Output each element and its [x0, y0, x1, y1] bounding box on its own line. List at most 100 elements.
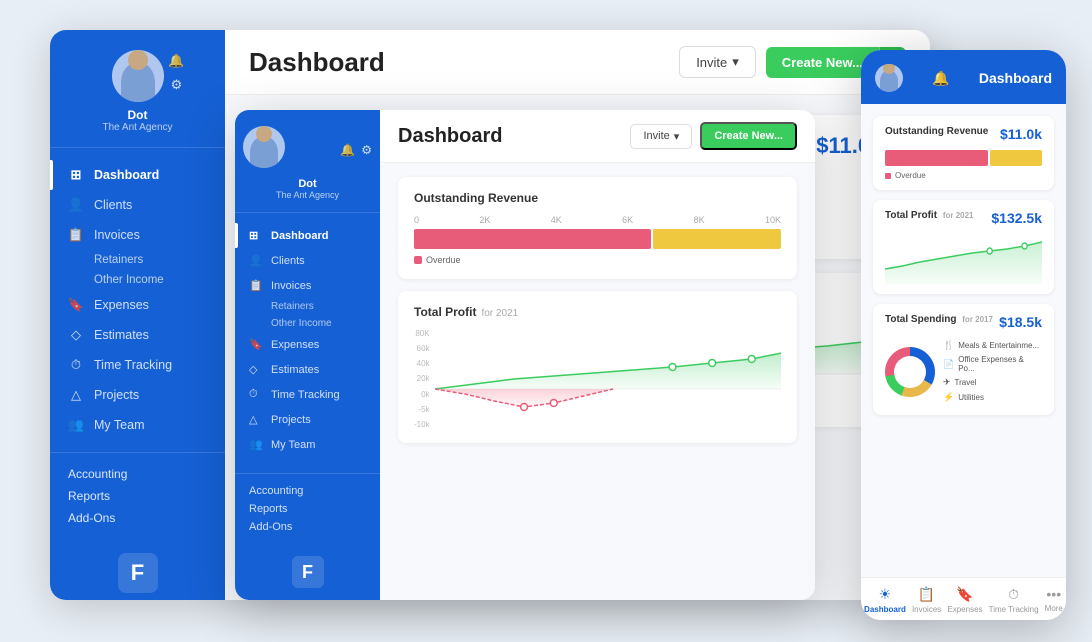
sidebar-item-expenses[interactable]: 🔖 Expenses — [50, 290, 225, 320]
tablet-overdue-dot — [414, 256, 422, 264]
clients-icon: 👤 — [68, 197, 84, 213]
tablet-invoices-icon: 📋 — [249, 279, 263, 292]
phone-overdue-dot — [885, 173, 891, 179]
sidebar-item-clients[interactable]: 👤 Clients — [50, 190, 225, 220]
tablet-revenue-legend: Overdue — [414, 255, 781, 265]
phone-overdue-bar — [885, 150, 988, 166]
estimates-icon: ◇ — [68, 327, 84, 343]
tablet-nav-estimates[interactable]: ◇ Estimates — [235, 357, 380, 382]
tablet-revenue-bars — [414, 229, 781, 249]
tablet-invite-button[interactable]: Invite ▾ — [630, 124, 692, 149]
phone-spending-list: 🍴 Meals & Entertainme... 📄 Office Expens… — [943, 338, 1042, 405]
phone-nav-time-icon: ⏱ — [1008, 586, 1019, 603]
sidebar-item-invoices[interactable]: 📋 Invoices — [50, 220, 225, 250]
tablet-settings-icon[interactable]: ⚙ — [361, 143, 372, 157]
tablet-create-button[interactable]: Create New... — [700, 122, 797, 150]
sidebar-item-retainers[interactable]: Retainers — [50, 250, 225, 270]
phone-nav-dashboard[interactable]: ☀ Dashboard — [864, 586, 906, 614]
phone-donut-chart — [885, 347, 935, 397]
dashboard-icon: ⊞ — [68, 167, 84, 183]
tablet-profit-card: Total Profit for 2021 80K60k40k20k0k-5k-… — [398, 291, 797, 443]
tablet-nav-invoices[interactable]: 📋 Invoices — [235, 273, 380, 298]
tablet-nav-projects[interactable]: △ Projects — [235, 407, 380, 432]
tablet-nav-time-tracking[interactable]: ⏱ Time Tracking — [235, 382, 380, 407]
avatar-container: 🔔 ⚙ — [112, 50, 164, 102]
phone-revenue-title: Outstanding Revenue — [885, 126, 988, 137]
tablet-chevron-icon: ▾ — [674, 130, 680, 143]
phone-notification-icon[interactable]: 🔔 — [932, 70, 949, 87]
tablet-nav-my-team[interactable]: 👥 My Team — [235, 432, 380, 457]
phone-nav-more[interactable]: ••• More — [1045, 586, 1063, 614]
phone-window: 🔔 Dashboard Outstanding Revenue $11.0k O… — [861, 50, 1066, 620]
tablet-nav-clients[interactable]: 👤 Clients — [235, 248, 380, 273]
tablet-user-name: Dot — [298, 178, 316, 190]
phone-header-icons: 🔔 — [932, 70, 949, 87]
tablet-clients-icon: 👤 — [249, 254, 263, 267]
invite-button[interactable]: Invite ▾ — [679, 46, 756, 78]
team-icon: 👥 — [68, 417, 84, 433]
projects-icon: △ — [68, 387, 84, 403]
sidebar-item-dashboard[interactable]: ⊞ Dashboard — [50, 160, 225, 190]
phone-paid-bar — [990, 150, 1042, 166]
sidebar-item-estimates[interactable]: ◇ Estimates — [50, 320, 225, 350]
chevron-down-icon: ▾ — [732, 54, 739, 70]
sidebar-user-section: 🔔 ⚙ Dot The Ant Agency — [50, 30, 225, 148]
accounting-link[interactable]: Accounting — [68, 463, 207, 485]
tablet-nav-other-income[interactable]: Other Income — [235, 315, 380, 332]
phone-avatar-person — [880, 70, 898, 92]
tablet-sidebar-nav: ⊞ Dashboard 👤 Clients 📋 Invoices Retaine… — [235, 213, 380, 473]
phone-nav-expenses[interactable]: 🔖 Expenses — [947, 586, 982, 614]
tablet-revenue-card: Outstanding Revenue 02K4K6K8K10K Overdue — [398, 177, 797, 279]
sidebar-nav: ⊞ Dashboard 👤 Clients 📋 Invoices Retaine… — [50, 148, 225, 452]
reports-link[interactable]: Reports — [68, 485, 207, 507]
tablet-accounting-link[interactable]: Accounting — [249, 482, 366, 500]
tablet-overdue-bar — [414, 229, 651, 249]
phone-spending-item-1: 📄 Office Expenses & Po... — [943, 353, 1042, 375]
tablet-nav-dashboard[interactable]: ⊞ Dashboard — [235, 223, 380, 248]
sidebar-item-time-tracking[interactable]: ⏱ Time Tracking — [50, 350, 225, 380]
tablet-overdue-legend: Overdue — [414, 255, 461, 265]
sidebar-item-other-income[interactable]: Other Income — [50, 270, 225, 290]
tablet-header-actions: Invite ▾ Create New... — [630, 122, 797, 150]
tablet-estimates-icon: ◇ — [249, 363, 263, 376]
avatar — [112, 50, 164, 102]
phone-nav-invoices[interactable]: 📋 Invoices — [912, 586, 941, 614]
travel-icon: ✈ — [943, 377, 951, 388]
logo-box: F — [118, 553, 158, 593]
tablet-paid-bar — [653, 229, 781, 249]
phone-profit-amount: $132.5k — [991, 210, 1042, 226]
notification-icon[interactable]: 🔔 — [168, 52, 186, 70]
tablet-nav-expenses[interactable]: 🔖 Expenses — [235, 332, 380, 357]
tablet-revenue-title: Outstanding Revenue — [414, 191, 538, 205]
avatar-person-shape — [121, 62, 155, 102]
tablet-profit-title: Total Profit — [414, 305, 476, 319]
settings-icon[interactable]: ⚙ — [168, 76, 186, 94]
invoices-icon: 📋 — [68, 227, 84, 243]
phone-profit-header: Total Profit for 2021 $132.5k — [885, 210, 1042, 226]
tablet-main: Dashboard Invite ▾ Create New... Outstan… — [380, 110, 815, 600]
phone-spending-section: Total Spending for 2017 $18.5k 🍴 Meals &… — [873, 304, 1054, 415]
tablet-bottom-links: Accounting Reports Add-Ons — [235, 473, 380, 544]
tablet-axis-labels: 02K4K6K8K10K — [414, 215, 781, 225]
tablet-profit-svg — [435, 329, 781, 429]
phone-avatar — [875, 64, 903, 92]
sidebar-user-name: Dot — [128, 108, 148, 122]
phone-nav-time-tracking[interactable]: ⏱ Time Tracking — [989, 586, 1039, 614]
tablet-page-title: Dashboard — [398, 125, 502, 148]
tablet-notification-icon[interactable]: 🔔 — [340, 143, 355, 157]
sidebar-item-my-team[interactable]: 👥 My Team — [50, 410, 225, 440]
tablet-nav-retainers[interactable]: Retainers — [235, 298, 380, 315]
phone-profit-section: Total Profit for 2021 $132.5k — [873, 200, 1054, 294]
tablet-addons-link[interactable]: Add-Ons — [249, 518, 366, 536]
phone-spending-amount: $18.5k — [999, 314, 1042, 330]
phone-bottom-nav: ☀ Dashboard 📋 Invoices 🔖 Expenses ⏱ Time… — [861, 577, 1066, 620]
addons-link[interactable]: Add-Ons — [68, 507, 207, 529]
tablet-profit-chart: 80K60k40k20k0k-5k-10k — [414, 329, 781, 429]
phone-revenue-amount: $11.0k — [1000, 126, 1042, 142]
tablet-revenue-header: Outstanding Revenue — [414, 191, 781, 205]
tablet-reports-link[interactable]: Reports — [249, 500, 366, 518]
sidebar-item-projects[interactable]: △ Projects — [50, 380, 225, 410]
tablet-sidebar: 🔔 ⚙ Dot The Ant Agency ⊞ Dashboard 👤 Cli… — [235, 110, 380, 600]
tablet-avatar — [243, 126, 285, 168]
phone-spending-item-2: ✈ Travel — [943, 375, 1042, 390]
